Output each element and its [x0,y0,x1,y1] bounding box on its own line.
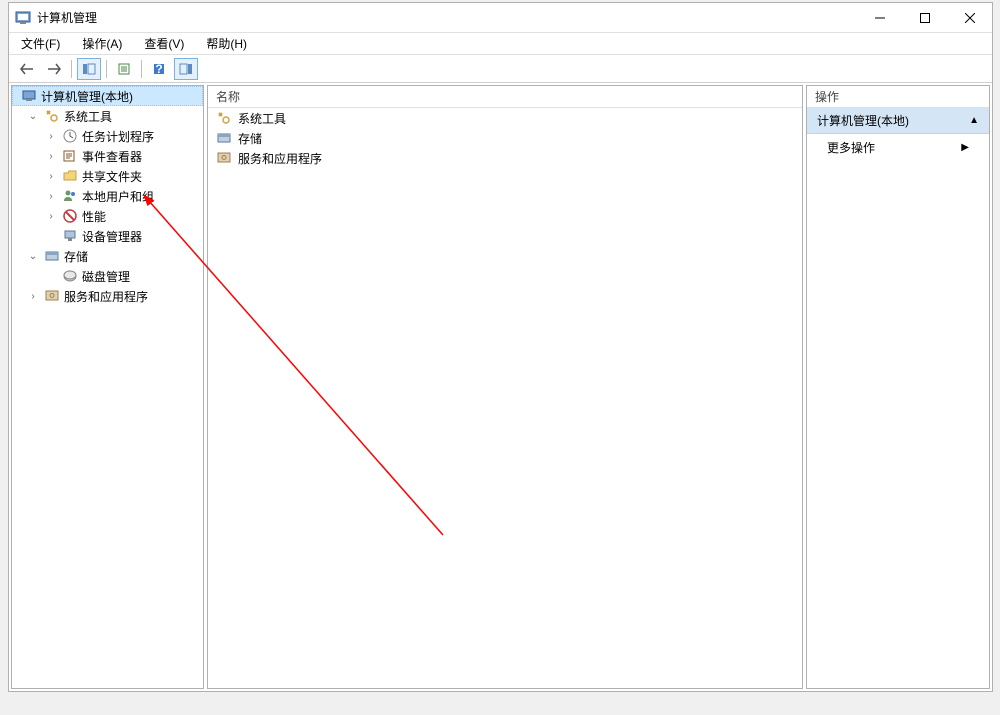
toolbar: ? [9,55,992,83]
expander-closed-icon[interactable]: › [44,169,58,183]
tools-icon [44,108,60,124]
storage-icon [44,248,60,264]
app-icon [15,10,31,26]
device-icon [62,228,78,244]
show-actions-button[interactable] [174,58,198,80]
action-group-title[interactable]: 计算机管理(本地) ▲ [807,108,989,134]
svg-text:?: ? [155,62,162,76]
list-panel[interactable]: 名称 系统工具 存储 服务和应用程序 [207,85,803,689]
list-item-services[interactable]: 服务和应用程序 [208,148,802,168]
tree-panel[interactable]: 计算机管理(本地) ⌄ 系统工具 › 任务计划程序 › 事件查看器 › 共享文件… [11,85,204,689]
menu-action[interactable]: 操作(A) [78,33,126,54]
menu-help[interactable]: 帮助(H) [202,33,251,54]
expander-closed-icon[interactable]: › [44,129,58,143]
clock-icon [62,128,78,144]
menu-file[interactable]: 文件(F) [17,33,64,54]
tree-label: 任务计划程序 [82,128,154,145]
tree-local-users-groups[interactable]: › 本地用户和组 [12,186,203,206]
minimize-button[interactable] [857,3,902,33]
action-more-actions[interactable]: 更多操作 ▶ [807,134,989,161]
toolbar-separator [141,60,142,78]
event-log-icon [62,148,78,164]
expander-closed-icon[interactable]: › [44,209,58,223]
main-window: 计算机管理 文件(F) 操作(A) 查看(V) 帮助(H) ? 计算机管理(本地… [8,2,993,692]
expander-closed-icon[interactable]: › [44,189,58,203]
tree-event-viewer[interactable]: › 事件查看器 [12,146,203,166]
shared-folder-icon [62,168,78,184]
show-hide-tree-button[interactable] [77,58,101,80]
tools-icon [216,110,232,126]
tree-services-apps[interactable]: › 服务和应用程序 [12,286,203,306]
tree-storage[interactable]: ⌄ 存储 [12,246,203,266]
services-icon [216,150,232,166]
expander-closed-icon[interactable]: › [26,289,40,303]
back-button[interactable] [15,58,39,80]
menubar: 文件(F) 操作(A) 查看(V) 帮助(H) [9,33,992,55]
content-area: 计算机管理(本地) ⌄ 系统工具 › 任务计划程序 › 事件查看器 › 共享文件… [9,83,992,691]
actions-panel: 操作 计算机管理(本地) ▲ 更多操作 ▶ [806,85,990,689]
forward-button[interactable] [42,58,66,80]
tree-label: 磁盘管理 [82,268,130,285]
close-button[interactable] [947,3,992,33]
maximize-button[interactable] [902,3,947,33]
action-label: 更多操作 [827,139,875,156]
tree-shared-folders[interactable]: › 共享文件夹 [12,166,203,186]
tree-disk-management[interactable]: › 磁盘管理 [12,266,203,286]
window-controls [857,3,992,33]
list-item-label: 服务和应用程序 [238,150,322,167]
tree-root-computer-management[interactable]: 计算机管理(本地) [12,86,203,106]
toolbar-separator [106,60,107,78]
storage-icon [216,130,232,146]
tree-system-tools[interactable]: ⌄ 系统工具 [12,106,203,126]
tree-task-scheduler[interactable]: › 任务计划程序 [12,126,203,146]
titlebar: 计算机管理 [9,3,992,33]
tree-label: 存储 [64,248,88,265]
list-column-name[interactable]: 名称 [208,86,802,108]
tree-label: 计算机管理(本地) [41,88,133,105]
disk-icon [62,268,78,284]
tree-label: 性能 [82,208,106,225]
tree-performance[interactable]: › 性能 [12,206,203,226]
toolbar-separator [71,60,72,78]
services-icon [44,288,60,304]
list-item-label: 系统工具 [238,110,286,127]
computer-icon [21,88,37,104]
menu-view[interactable]: 查看(V) [140,33,188,54]
action-group-label: 计算机管理(本地) [817,112,909,129]
tree-label: 系统工具 [64,108,112,125]
list-item-storage[interactable]: 存储 [208,128,802,148]
properties-button[interactable] [112,58,136,80]
tree-label: 服务和应用程序 [64,288,148,305]
actions-header: 操作 [807,86,989,108]
list-item-label: 存储 [238,130,262,147]
tree-label: 本地用户和组 [82,188,154,205]
tree-label: 事件查看器 [82,148,142,165]
window-title: 计算机管理 [37,9,857,26]
expander-open-icon[interactable]: ⌄ [26,109,40,123]
expander-closed-icon[interactable]: › [44,149,58,163]
tree-device-manager[interactable]: › 设备管理器 [12,226,203,246]
performance-icon [62,208,78,224]
help-button[interactable]: ? [147,58,171,80]
users-icon [62,188,78,204]
expander-open-icon[interactable]: ⌄ [26,249,40,263]
collapse-up-icon[interactable]: ▲ [969,115,979,126]
list-item-system-tools[interactable]: 系统工具 [208,108,802,128]
tree-label: 设备管理器 [82,228,142,245]
tree-label: 共享文件夹 [82,168,142,185]
submenu-arrow-icon: ▶ [961,142,969,153]
